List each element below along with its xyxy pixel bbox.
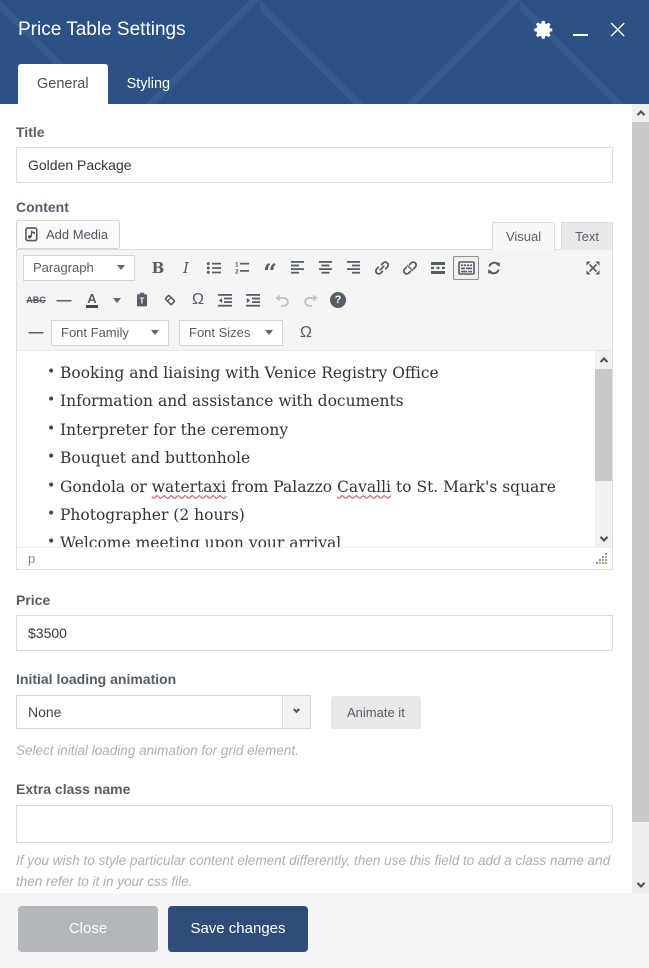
close-icon[interactable]: × [606, 20, 629, 40]
scroll-up-icon[interactable] [595, 351, 612, 368]
animation-label: Initial loading animation [16, 671, 613, 687]
blockquote-button[interactable]: “ [257, 256, 283, 280]
price-table-settings-dialog: Price Table Settings × General Styling T… [0, 0, 649, 968]
dialog-tabs: General Styling [18, 60, 189, 104]
more-tag-icon[interactable] [425, 256, 451, 280]
toolbar-row-1: Paragraph B I 12 “ [17, 250, 612, 285]
undo-icon[interactable] [269, 288, 295, 312]
wysiwyg-editor: Paragraph B I 12 “ [16, 249, 613, 570]
chevron-down-icon [282, 696, 310, 728]
list-item: Bouquet and buttonhole [47, 449, 585, 468]
refresh-icon[interactable] [481, 256, 507, 280]
scroll-down-icon[interactable] [632, 876, 649, 893]
redo-icon[interactable] [297, 288, 323, 312]
help-icon[interactable]: ? [325, 288, 351, 312]
svg-text:2: 2 [235, 268, 239, 274]
tab-visual[interactable]: Visual [492, 222, 555, 250]
list-item: Welcome meeting upon your arrival [47, 534, 585, 547]
strikethrough-button[interactable]: ABC [23, 288, 49, 312]
align-left-icon[interactable] [285, 256, 311, 280]
resize-grip-icon[interactable] [595, 552, 608, 565]
dialog-footer: Close Save changes [0, 893, 649, 968]
minimize-icon[interactable] [573, 22, 588, 38]
link-icon[interactable] [369, 256, 395, 280]
misspelled-word: watertaxi [152, 478, 227, 496]
fullscreen-icon[interactable] [580, 256, 606, 280]
list-item: Interpreter for the ceremony [47, 421, 585, 440]
add-media-button[interactable]: Add Media [16, 220, 120, 249]
outdent-icon[interactable] [213, 288, 239, 312]
title-label: Title [16, 124, 613, 140]
editor-scrollbar-thumb[interactable] [595, 369, 612, 481]
title-input[interactable] [16, 147, 613, 183]
paste-as-text-icon[interactable]: T [129, 288, 155, 312]
close-button[interactable]: Close [18, 906, 158, 952]
tab-styling[interactable]: Styling [108, 64, 190, 104]
unlink-icon[interactable] [397, 256, 423, 280]
toolbar-row-3: — Font Family Font Sizes Ω [17, 315, 612, 351]
extra-class-input[interactable] [16, 805, 613, 843]
horizontal-rule-button[interactable]: — [51, 288, 77, 312]
dialog-body: Title Content Add Media Visual Text Para… [0, 104, 632, 893]
paragraph-select[interactable]: Paragraph [23, 255, 135, 281]
scroll-down-icon[interactable] [595, 530, 612, 547]
special-character-button[interactable]: Ω [185, 288, 211, 312]
list-item: Booking and liaising with Venice Registr… [47, 364, 585, 383]
text-color-dropdown-icon[interactable] [107, 288, 127, 312]
clear-formatting-icon[interactable] [157, 288, 183, 312]
svg-text:1: 1 [235, 261, 239, 268]
dialog-scrollbar[interactable] [632, 104, 649, 893]
extra-class-label: Extra class name [16, 781, 613, 797]
toolbar-row-2: ABC — A T Ω [17, 285, 612, 315]
dialog-title: Price Table Settings [18, 19, 533, 41]
chevron-down-icon [265, 330, 273, 335]
animate-it-button[interactable]: Animate it [331, 696, 421, 729]
scroll-up-icon[interactable] [632, 104, 649, 121]
toolbar-toggle-icon[interactable] [453, 256, 479, 280]
font-family-select[interactable]: Font Family [51, 320, 169, 346]
price-input[interactable] [16, 615, 613, 651]
special-character-2-button[interactable]: Ω [293, 321, 319, 345]
align-right-icon[interactable] [341, 256, 367, 280]
dialog-scrollbar-thumb[interactable] [632, 122, 649, 822]
text-color-button[interactable]: A [79, 288, 105, 312]
animation-help-text: Select initial loading animation for gri… [16, 741, 613, 761]
gear-icon[interactable] [533, 19, 555, 41]
animation-select[interactable]: None [16, 695, 311, 729]
bold-button[interactable]: B [145, 256, 171, 280]
add-media-label: Add Media [46, 227, 108, 242]
indent-icon[interactable] [241, 288, 267, 312]
extra-class-help-text: If you wish to style particular content … [16, 851, 613, 892]
editor-scrollbar[interactable] [595, 351, 612, 547]
svg-text:T: T [140, 297, 145, 306]
chevron-down-icon [117, 265, 125, 270]
misspelled-word: Cavalli [337, 478, 391, 496]
chevron-down-icon [151, 330, 159, 335]
tab-text[interactable]: Text [561, 222, 613, 250]
align-center-icon[interactable] [313, 256, 339, 280]
add-media-icon [25, 227, 40, 242]
editor-content-area[interactable]: Booking and liaising with Venice Registr… [17, 351, 612, 547]
bullet-list-icon[interactable] [201, 256, 227, 280]
list-item: Information and assistance with document… [47, 392, 585, 411]
italic-button[interactable]: I [173, 256, 199, 280]
element-path[interactable]: p [28, 551, 595, 566]
editor-statusbar: p [17, 547, 612, 569]
dialog-header: Price Table Settings × General Styling [0, 0, 649, 104]
content-bullet-list: Booking and liaising with Venice Registr… [47, 364, 585, 547]
numbered-list-icon[interactable]: 12 [229, 256, 255, 280]
tab-general[interactable]: General [18, 64, 108, 104]
list-item: Gondola or watertaxi from Palazzo Cavall… [47, 478, 585, 497]
horizontal-rule-2-button[interactable]: — [23, 321, 49, 345]
list-item: Photographer (2 hours) [47, 506, 585, 525]
save-changes-button[interactable]: Save changes [168, 906, 308, 952]
font-sizes-select[interactable]: Font Sizes [179, 320, 283, 346]
content-label: Content [16, 199, 613, 215]
price-label: Price [16, 592, 613, 608]
